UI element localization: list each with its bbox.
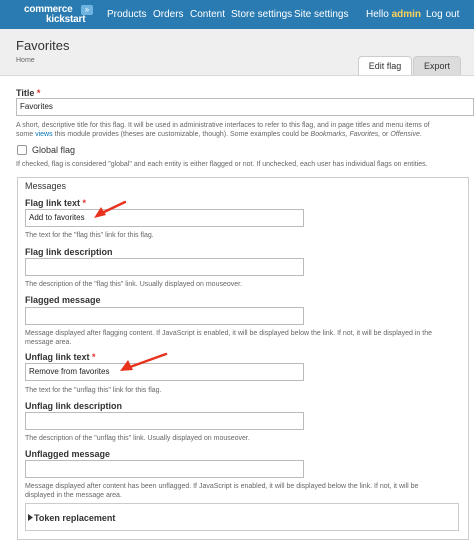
nav-store-settings[interactable]: Store settings [231, 0, 292, 29]
tab-export[interactable]: Export [413, 56, 461, 75]
nav-site-settings[interactable]: Site settings [294, 0, 348, 29]
flagged-desc-line1: Message displayed after flagging content… [25, 330, 433, 337]
global-flag-checkbox[interactable] [17, 145, 27, 155]
user-name[interactable]: admin [392, 9, 421, 20]
unflag-link-description-input[interactable] [25, 412, 304, 430]
flagged-desc-line2: message area. [25, 339, 72, 346]
required-mark: * [82, 198, 87, 208]
flag-link-description-input[interactable] [25, 258, 304, 276]
flag-link-text-label: Flag link text * [25, 198, 86, 208]
title-desc-c: Bookmarks, Favorites, [310, 131, 381, 138]
title-desc-line1: A short, descriptive title for this flag… [16, 122, 430, 129]
logout-link[interactable]: Log out [426, 0, 459, 29]
unflagged-desc-line1: Message displayed after content has been… [25, 483, 419, 490]
unflagged-desc-line2: displayed in the message area. [25, 492, 122, 499]
greeting-text: Hello [366, 9, 389, 20]
required-mark: * [36, 88, 41, 98]
flagged-message-input[interactable] [25, 307, 304, 325]
tab-edit-flag[interactable]: Edit flag [358, 56, 412, 75]
user-greeting: Hello admin [366, 0, 421, 29]
messages-legend: Messages [25, 181, 67, 191]
token-replacement-label[interactable]: Token replacement [34, 513, 115, 523]
unflagged-message-input[interactable] [25, 460, 304, 478]
nav-content[interactable]: Content [190, 0, 225, 29]
admin-toolbar: commerce » kickstart Products Orders Con… [0, 0, 474, 29]
title-desc-d: or [380, 131, 391, 138]
flag-link-text-description: The text for the "flag this" link for th… [25, 232, 154, 239]
unflag-link-text-label: Unflag link text * [25, 352, 96, 362]
page-header: Favorites Home Edit flag Export [0, 29, 474, 76]
flag-link-description-description: The description of the "flag this" link.… [25, 281, 243, 288]
title-description: A short, descriptive title for this flag… [16, 121, 474, 139]
title-label-text: Title [16, 88, 35, 98]
unflag-link-text-description: The text for the "unflag this" link for … [25, 387, 162, 394]
flag-link-text-input[interactable]: Add to favorites [25, 209, 304, 227]
nav-products[interactable]: Products [107, 0, 146, 29]
triangle-right-icon [28, 514, 33, 521]
flag-link-text-label-text: Flag link text [25, 198, 81, 208]
title-desc-a: some [16, 131, 36, 138]
unflag-link-text-label-text: Unflag link text [25, 352, 90, 362]
breadcrumb-home[interactable]: Home [16, 57, 35, 64]
title-desc-f: . [419, 131, 422, 138]
title-desc-e: Offensive [390, 131, 420, 138]
unflagged-message-label: Unflagged message [25, 449, 111, 459]
logo-text-line2: kickstart [46, 14, 86, 25]
required-mark: * [92, 352, 96, 362]
views-link[interactable]: views [35, 131, 53, 138]
global-flag-description: If checked, flag is considered "global" … [16, 161, 428, 168]
flagged-message-description: Message displayed after flagging content… [25, 329, 465, 347]
unflag-link-description-description: The description of the "unflag this" lin… [25, 435, 250, 442]
commerce-kickstart-logo[interactable]: commerce » kickstart [24, 2, 94, 26]
flag-link-description-label: Flag link description [25, 247, 113, 257]
title-label: Title * [16, 88, 40, 98]
title-input[interactable]: Favorites [16, 98, 474, 116]
global-flag-label[interactable]: Global flag [32, 145, 75, 155]
flagged-message-label: Flagged message [25, 295, 101, 305]
unflagged-message-description: Message displayed after content has been… [25, 482, 465, 500]
unflag-link-description-label: Unflag link description [25, 401, 123, 411]
title-desc-b: this module provides (theses are customi… [52, 131, 311, 138]
annotation-arrow-flag-link [94, 200, 126, 218]
page-title: Favorites [16, 38, 70, 53]
annotation-arrow-unflag-link [120, 352, 168, 371]
title-desc-line2: some views this module provides (theses … [16, 130, 474, 139]
nav-orders[interactable]: Orders [153, 0, 184, 29]
